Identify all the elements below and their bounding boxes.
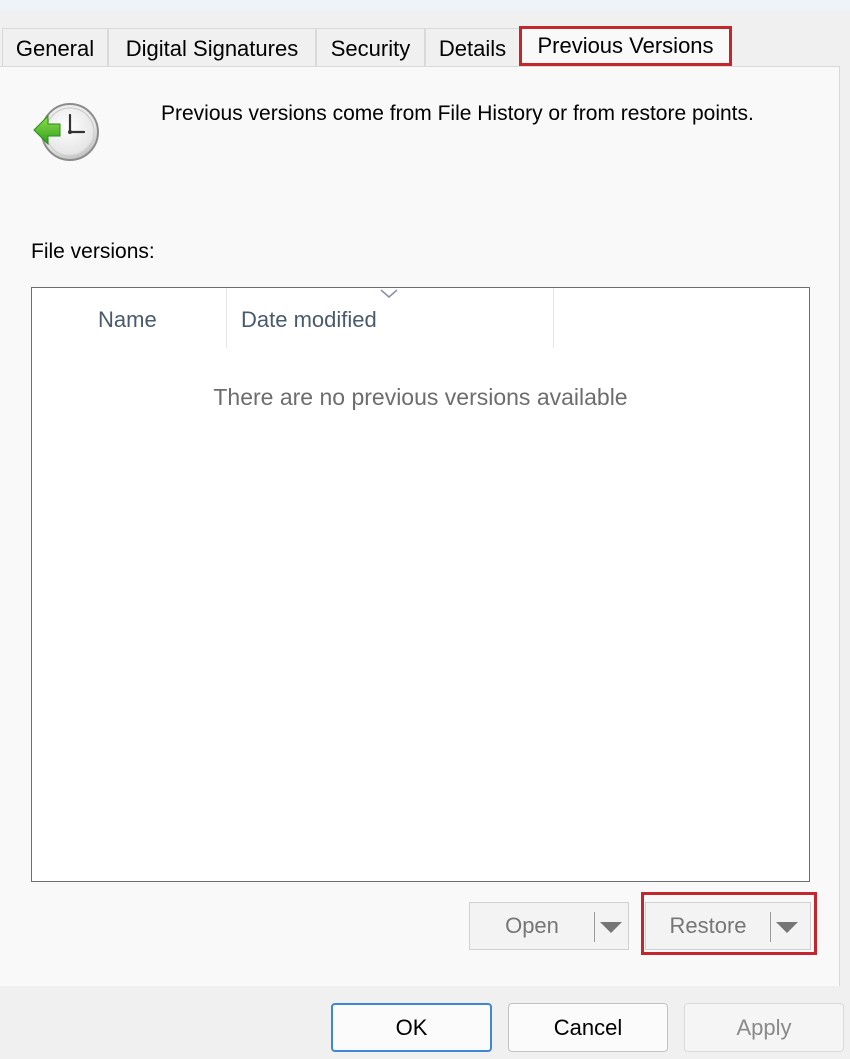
sort-descending-icon <box>380 289 398 299</box>
tab-general[interactable]: General <box>2 28 108 66</box>
intro-text: Previous versions come from File History… <box>161 102 754 125</box>
tab-security[interactable]: Security <box>316 28 425 66</box>
history-clock-icon <box>33 103 99 161</box>
column-header-name[interactable]: Name <box>32 288 227 348</box>
ok-button[interactable]: OK <box>331 1003 492 1052</box>
window-top-strip <box>0 0 850 10</box>
restore-highlight-frame <box>641 892 817 955</box>
file-versions-list[interactable]: Name Date modified There are no previous… <box>31 287 810 882</box>
apply-button[interactable]: Apply <box>684 1003 844 1052</box>
file-versions-label: File versions: <box>31 240 155 263</box>
cancel-button[interactable]: Cancel <box>508 1003 668 1052</box>
tab-digital-signatures[interactable]: Digital Signatures <box>108 28 316 66</box>
dropdown-arrow-icon[interactable] <box>596 903 626 949</box>
open-split-divider <box>594 912 595 942</box>
open-split-button[interactable]: Open <box>469 902 629 950</box>
open-button-label: Open <box>505 913 559 938</box>
empty-list-message: There are no previous versions available <box>213 384 628 410</box>
tab-previous-versions[interactable]: Previous Versions <box>519 26 732 66</box>
tab-bar: General Digital Signatures Security Deta… <box>0 26 850 66</box>
tab-details[interactable]: Details <box>425 28 520 66</box>
